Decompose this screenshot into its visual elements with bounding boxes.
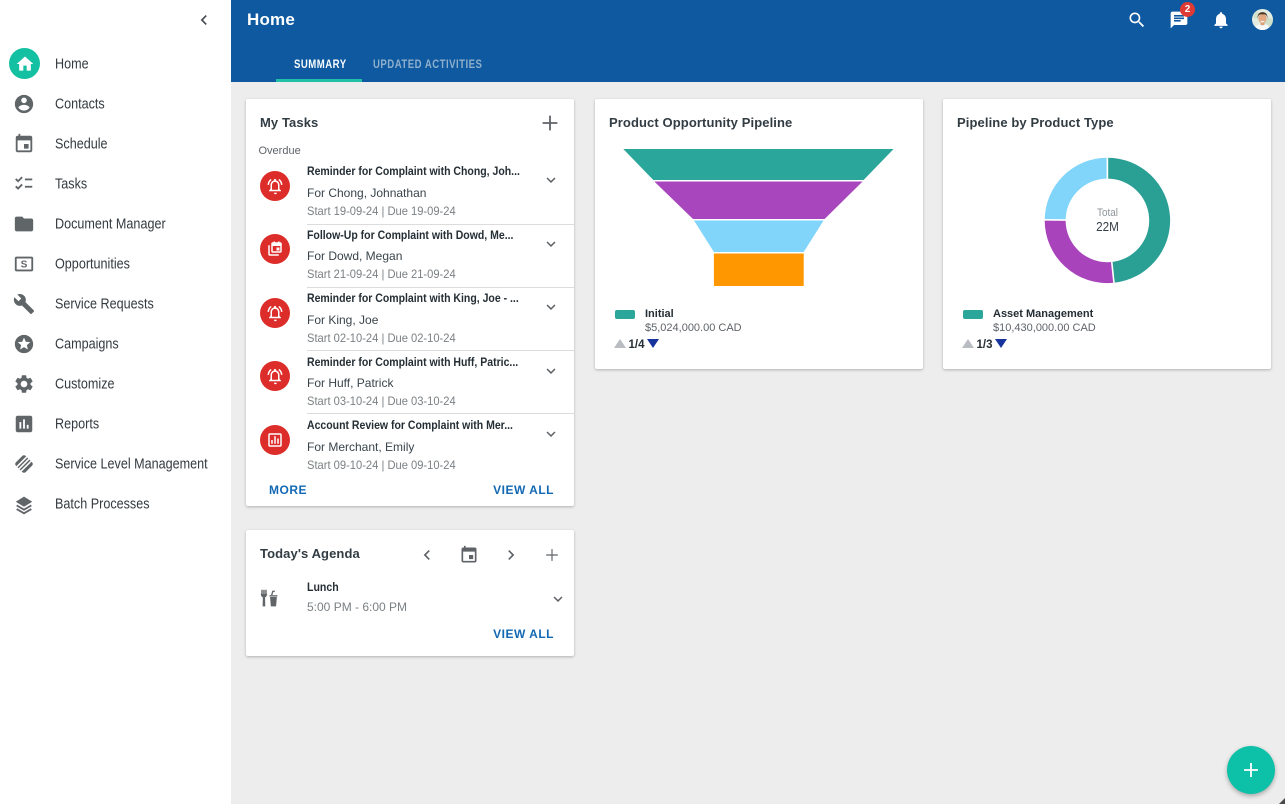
svg-text:S: S (21, 260, 28, 271)
